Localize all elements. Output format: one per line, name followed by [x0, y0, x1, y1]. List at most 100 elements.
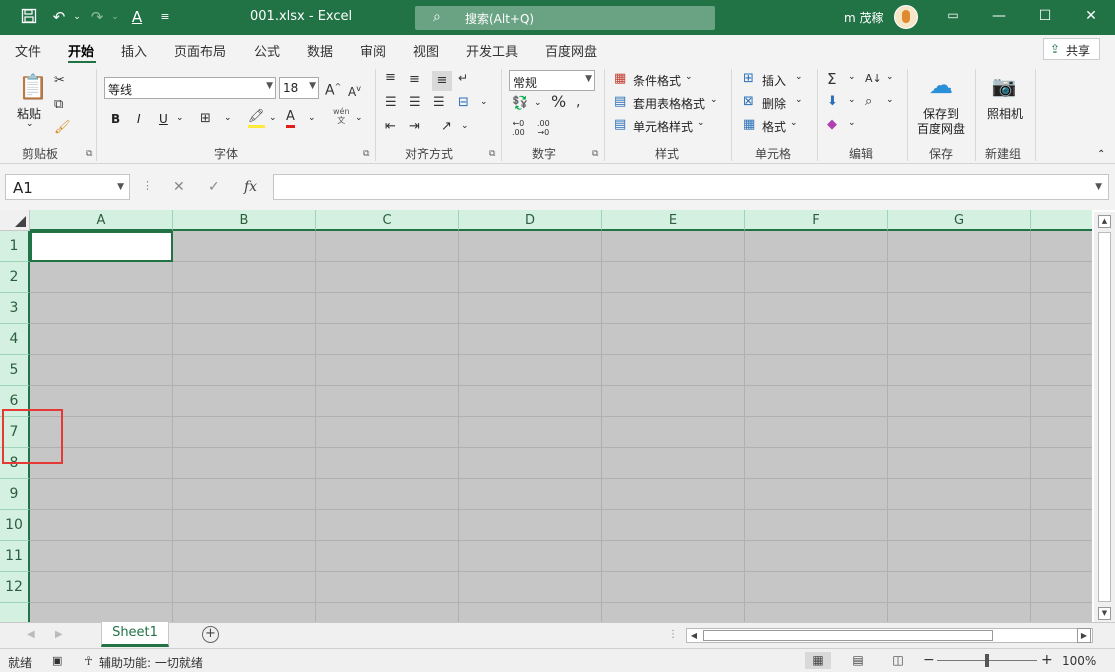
- border-dropdown-icon[interactable]: ⌄: [224, 113, 232, 123]
- clipboard-launcher-icon[interactable]: ⧉: [86, 149, 92, 159]
- select-all-button[interactable]: [0, 210, 30, 231]
- accessibility-status[interactable]: 辅助功能: 一切就绪: [99, 654, 203, 671]
- page-break-view-icon[interactable]: ◫: [885, 652, 911, 669]
- format-cells-icon[interactable]: ▦: [743, 117, 755, 133]
- confirm-formula-icon[interactable]: ✓: [208, 179, 220, 195]
- format-dropdown-icon[interactable]: ⌄: [790, 118, 798, 128]
- orientation-icon[interactable]: ↗: [441, 119, 452, 135]
- column-header[interactable]: B: [173, 210, 316, 231]
- insert-dropdown-icon[interactable]: ⌄: [795, 72, 803, 82]
- increase-indent-icon[interactable]: ⇥: [409, 119, 420, 135]
- scroll-up-icon[interactable]: ▲: [1098, 215, 1111, 228]
- worksheet-grid[interactable]: A B C D E F G 1 2 3 4 5 6 7 8 9 10 11 12: [0, 210, 1115, 622]
- clear-dropdown-icon[interactable]: ⌄: [848, 118, 856, 128]
- align-right-icon[interactable]: ☰: [433, 95, 445, 111]
- clear-icon[interactable]: ◆: [827, 117, 837, 133]
- scroll-left-icon[interactable]: ◀: [687, 629, 701, 642]
- redo-dropdown-icon[interactable]: ⌄: [106, 8, 124, 26]
- minimize-icon[interactable]: —: [984, 8, 1014, 24]
- scroll-right-icon[interactable]: ▶: [1077, 628, 1091, 643]
- decrease-font-icon[interactable]: Av: [348, 81, 361, 100]
- orientation-dropdown-icon[interactable]: ⌄: [461, 121, 469, 131]
- autosum-icon[interactable]: Σ: [827, 71, 836, 87]
- align-top-icon[interactable]: ≡: [385, 70, 396, 86]
- font-launcher-icon[interactable]: ⧉: [363, 149, 369, 159]
- active-cell-a1[interactable]: [30, 231, 173, 262]
- tab-view[interactable]: 视图: [413, 41, 439, 60]
- number-launcher-icon[interactable]: ⧉: [592, 149, 598, 159]
- save-icon[interactable]: [20, 8, 38, 26]
- autosum-dropdown-icon[interactable]: ⌄: [848, 72, 856, 82]
- align-center-icon[interactable]: ☰: [409, 95, 421, 111]
- format-table-dropdown-icon[interactable]: ⌄: [710, 95, 718, 105]
- cut-icon[interactable]: ✂: [54, 73, 65, 89]
- search-box[interactable]: ⌕ 搜索(Alt+Q): [415, 6, 715, 30]
- tab-page-layout[interactable]: 页面布局: [174, 41, 226, 60]
- align-bottom-icon[interactable]: ≡: [432, 71, 452, 91]
- format-painter-icon[interactable]: 🖌: [54, 120, 71, 136]
- column-header[interactable]: D: [459, 210, 602, 231]
- cell-area[interactable]: [30, 231, 1092, 622]
- percent-icon[interactable]: %: [551, 94, 566, 110]
- currency-icon[interactable]: 💱: [512, 96, 528, 112]
- increase-font-icon[interactable]: A^: [325, 79, 341, 99]
- tab-developer[interactable]: 开发工具: [466, 41, 518, 60]
- format-table-button[interactable]: 套用表格格式: [633, 95, 705, 112]
- close-icon[interactable]: ✕: [1076, 8, 1106, 24]
- paste-icon[interactable]: 📋: [18, 73, 48, 101]
- column-header[interactable]: G: [888, 210, 1031, 231]
- scroll-down-icon[interactable]: ▼: [1098, 607, 1111, 620]
- phonetic-dropdown-icon[interactable]: ⌄: [355, 113, 363, 123]
- currency-dropdown-icon[interactable]: ⌄: [534, 98, 542, 108]
- delete-dropdown-icon[interactable]: ⌄: [795, 95, 803, 105]
- column-header[interactable]: F: [745, 210, 888, 231]
- row-header[interactable]: 9: [0, 479, 30, 510]
- font-color-dropdown-icon[interactable]: ⌄: [308, 113, 316, 123]
- row-header[interactable]: 4: [0, 324, 30, 355]
- cell-styles-dropdown-icon[interactable]: ⌄: [697, 118, 705, 128]
- save-baidu-line2[interactable]: 百度网盘: [917, 120, 965, 137]
- find-dropdown-icon[interactable]: ⌄: [886, 95, 894, 105]
- row-header[interactable]: 5: [0, 355, 30, 386]
- tab-split-icon[interactable]: ⋮: [668, 629, 678, 640]
- page-layout-view-icon[interactable]: ▤: [845, 652, 871, 669]
- name-box[interactable]: A1 ▼: [5, 174, 130, 200]
- insert-cells-button[interactable]: 插入: [762, 72, 786, 89]
- zoom-out-icon[interactable]: −: [923, 652, 935, 668]
- zoom-in-icon[interactable]: +: [1041, 652, 1053, 668]
- fill-dropdown-icon[interactable]: ⌄: [848, 95, 856, 105]
- sheet-tab[interactable]: Sheet1: [101, 622, 169, 647]
- fill-color-dropdown-icon[interactable]: ⌄: [269, 113, 277, 123]
- formula-input[interactable]: ▼: [273, 174, 1109, 200]
- alignment-launcher-icon[interactable]: ⧉: [489, 149, 495, 159]
- row-header[interactable]: [0, 603, 30, 622]
- delete-cells-button[interactable]: 删除: [762, 95, 786, 112]
- undo-dropdown-icon[interactable]: ⌄: [68, 8, 86, 26]
- cell-styles-button[interactable]: 单元格样式: [633, 118, 693, 135]
- tab-review[interactable]: 审阅: [360, 41, 386, 60]
- merge-center-icon[interactable]: ⊟: [458, 95, 469, 111]
- undo-icon[interactable]: ↶: [50, 8, 68, 26]
- number-format-select[interactable]: 常规 ▼: [509, 70, 595, 91]
- horizontal-scroll-thumb[interactable]: [703, 630, 993, 641]
- border-icon[interactable]: ⊞: [200, 111, 211, 127]
- row-header[interactable]: 1: [0, 231, 30, 262]
- sort-filter-icon[interactable]: A↓: [865, 71, 882, 87]
- thousands-separator-icon[interactable]: ,: [576, 94, 580, 110]
- vertical-scroll-thumb[interactable]: [1098, 232, 1111, 602]
- font-color-quick-icon[interactable]: A: [128, 8, 146, 26]
- ribbon-display-icon[interactable]: ▭: [938, 8, 968, 22]
- column-header[interactable]: [1031, 210, 1092, 231]
- font-size-select[interactable]: 18 ▼: [279, 77, 319, 99]
- tab-home[interactable]: 开始: [68, 41, 94, 60]
- tab-file[interactable]: 文件: [15, 41, 41, 60]
- camera-icon[interactable]: 📷: [991, 73, 1017, 99]
- zoom-slider-knob[interactable]: [985, 654, 989, 667]
- sort-dropdown-icon[interactable]: ⌄: [886, 72, 894, 82]
- accessibility-icon[interactable]: ☥: [84, 654, 93, 668]
- conditional-format-button[interactable]: 条件格式: [633, 72, 681, 89]
- baidu-pan-icon[interactable]: ☁: [927, 71, 955, 99]
- increase-decimal-icon[interactable]: ←0.00: [512, 119, 525, 137]
- insert-cells-icon[interactable]: ⊞: [743, 71, 754, 87]
- conditional-format-dropdown-icon[interactable]: ⌄: [685, 72, 693, 82]
